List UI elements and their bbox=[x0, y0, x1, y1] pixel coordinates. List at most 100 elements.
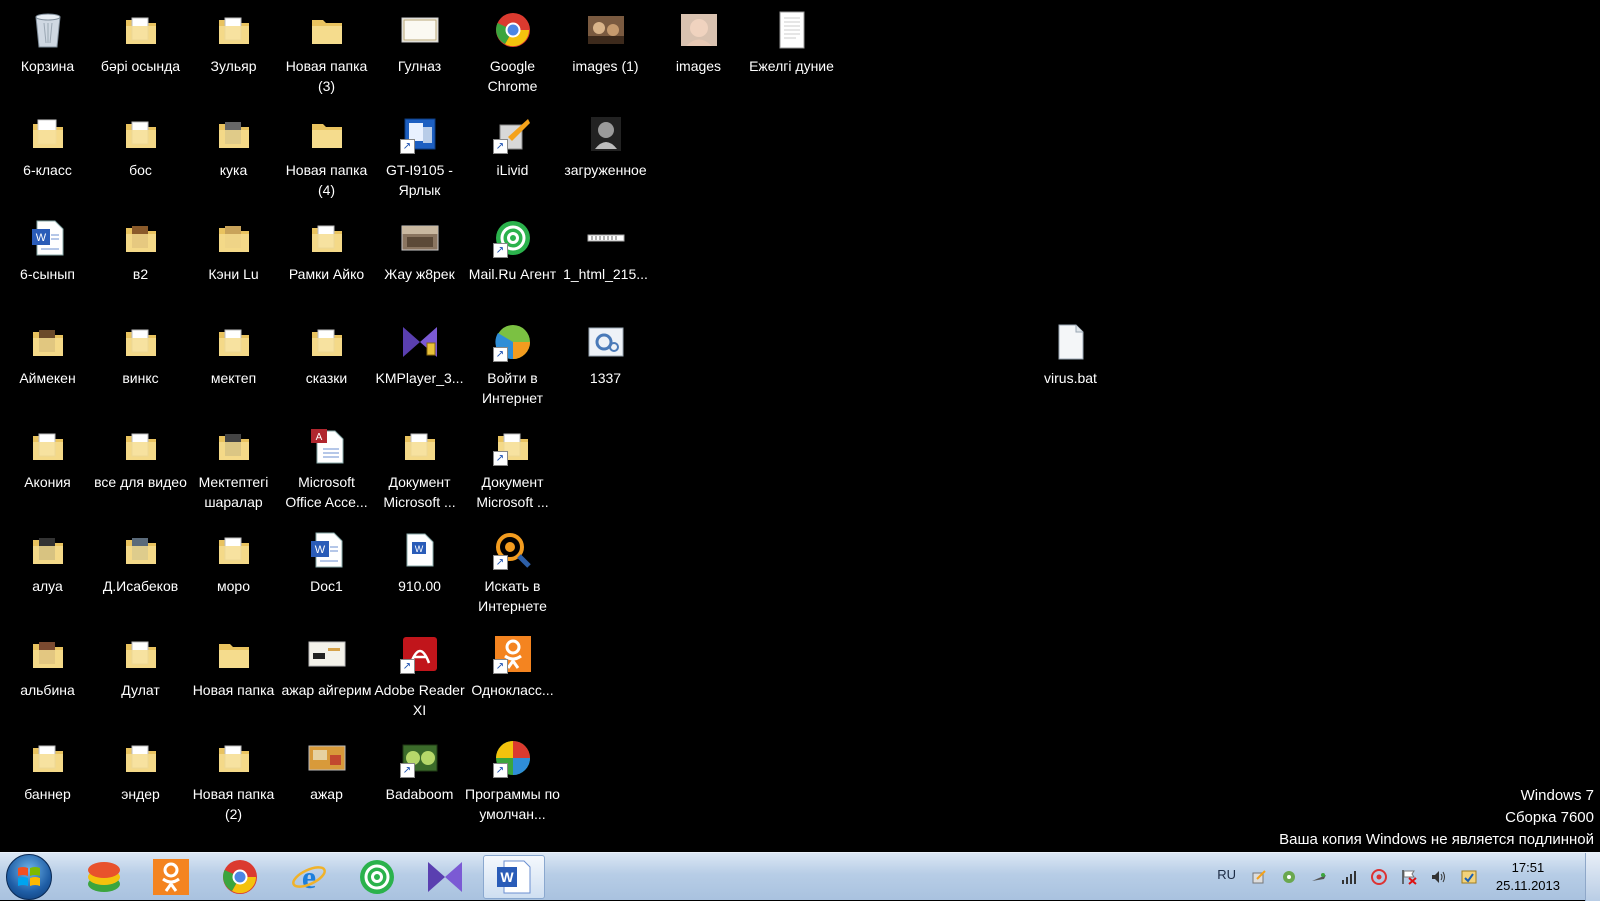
access-document-icon: A bbox=[307, 426, 347, 466]
desktop-icon[interactable]: Google Chrome bbox=[465, 4, 560, 96]
desktop-icon[interactable]: Новая папка (3) bbox=[279, 4, 374, 96]
taskbar-chrome-button[interactable] bbox=[209, 855, 271, 899]
desktop-icon[interactable]: бос bbox=[93, 108, 188, 180]
shortcut-arrow-icon: ↗ bbox=[492, 243, 508, 258]
icon-label: бәрі осында bbox=[100, 58, 181, 74]
desktop-icon[interactable]: Ежелгі дуние bbox=[744, 4, 839, 76]
icon-label: GT-I9105 - Ярлык bbox=[386, 162, 453, 198]
desktop-icon[interactable]: загруженное bbox=[558, 108, 653, 180]
desktop-icon[interactable]: Зульяр bbox=[186, 4, 281, 76]
desktop-icon[interactable]: Гулназ bbox=[372, 4, 467, 76]
desktop-icon[interactable]: W Doc1 bbox=[279, 524, 374, 596]
desktop-icon[interactable]: Акония bbox=[0, 420, 95, 492]
update-tray-icon[interactable] bbox=[1460, 868, 1478, 886]
desktop-icon[interactable]: images (1) bbox=[558, 4, 653, 76]
desktop-icon[interactable]: все для видео bbox=[93, 420, 188, 492]
desktop-icon[interactable]: A Microsoft Office Acce... bbox=[279, 420, 374, 512]
show-desktop-button[interactable] bbox=[1585, 853, 1600, 901]
desktop-icon[interactable]: алуа bbox=[0, 524, 95, 596]
desktop-icon[interactable]: Жау ж8рек bbox=[372, 212, 467, 284]
volume-icon[interactable] bbox=[1430, 868, 1448, 886]
image-thumbnail-icon bbox=[586, 10, 626, 50]
desktop-icon[interactable]: ↗ Войти в Интернет bbox=[465, 316, 560, 408]
shortcut-arrow-icon: ↗ bbox=[492, 347, 508, 362]
desktop-icon[interactable]: KMPlayer_3... bbox=[372, 316, 467, 388]
desktop-icon[interactable]: Новая папка (2) bbox=[186, 732, 281, 824]
clock[interactable]: 17:51 25.11.2013 bbox=[1496, 859, 1560, 895]
adobe-reader-icon: ↗ bbox=[399, 634, 440, 674]
desktop-icon[interactable]: W 910.00 bbox=[372, 524, 467, 596]
torrent-tray-icon[interactable] bbox=[1280, 868, 1298, 886]
desktop[interactable]: Корзина 6-класс W 6-сынып Аймекен Акония… bbox=[0, 0, 1600, 852]
desktop-icon[interactable]: Рамки Айко bbox=[279, 212, 374, 284]
desktop-icon[interactable]: бәрі осында bbox=[93, 4, 188, 76]
desktop-icon[interactable]: ↗ Mail.Ru Агент bbox=[465, 212, 560, 284]
icon-label: баннер bbox=[24, 786, 71, 802]
desktop-icon[interactable]: virus.bat bbox=[1023, 316, 1118, 388]
desktop-icon[interactable]: моро bbox=[186, 524, 281, 596]
desktop-icon[interactable]: ↗ Документ Microsoft ... bbox=[465, 420, 560, 512]
mail-tray-icon[interactable] bbox=[1370, 868, 1388, 886]
desktop-icon[interactable]: кука bbox=[186, 108, 281, 180]
desktop-icon[interactable]: W 6-сынып bbox=[0, 212, 95, 284]
image-thumbnail-icon bbox=[400, 218, 440, 258]
taskbar-internet-explorer-button[interactable]: e bbox=[278, 855, 340, 899]
desktop-icon[interactable]: Аймекен bbox=[0, 316, 95, 388]
desktop-icon[interactable]: Кэни Lu bbox=[186, 212, 281, 284]
signal-tray-icon[interactable] bbox=[1340, 868, 1358, 886]
clock-time: 17:51 bbox=[1511, 860, 1545, 875]
desktop-icon[interactable]: ↗ Badaboom bbox=[372, 732, 467, 804]
icon-label: Microsoft Office Acce... bbox=[285, 474, 368, 510]
chrome-icon bbox=[493, 10, 533, 50]
ilivid-tray-icon[interactable] bbox=[1250, 868, 1268, 886]
taskbar-mailru-agent-button[interactable] bbox=[346, 855, 408, 899]
taskbar-odnoklassniki-button[interactable] bbox=[140, 855, 202, 899]
icon-label: сказки bbox=[305, 370, 348, 386]
desktop-icon[interactable]: ↗ iLivid bbox=[465, 108, 560, 180]
start-button[interactable] bbox=[6, 854, 52, 900]
taskbar-bluestacks-button[interactable] bbox=[73, 855, 135, 899]
desktop-icon[interactable]: 6-класс bbox=[0, 108, 95, 180]
desktop-icon[interactable]: ↗ Однокласс... bbox=[465, 628, 560, 700]
taskbar[interactable]: e W RU 17:51 25.11.2013 bbox=[0, 852, 1600, 901]
folder-icon bbox=[400, 426, 440, 466]
desktop-icon[interactable]: Новая папка bbox=[186, 628, 281, 700]
desktop-icon[interactable]: эндер bbox=[93, 732, 188, 804]
watermark-build: Сборка 7600 bbox=[1505, 809, 1594, 826]
desktop-icon[interactable]: 1337 bbox=[558, 316, 653, 388]
desktop-icon[interactable]: ажар айгерим bbox=[279, 628, 374, 700]
desktop-icon[interactable]: ↗ GT-I9105 - Ярлык bbox=[372, 108, 467, 200]
network-tray-icon[interactable] bbox=[1310, 868, 1328, 886]
taskbar-word-button[interactable]: W bbox=[483, 855, 545, 899]
text-document-icon bbox=[772, 10, 812, 50]
desktop-icon[interactable]: ажар bbox=[279, 732, 374, 804]
desktop-icon[interactable]: в2 bbox=[93, 212, 188, 284]
desktop-icon[interactable]: альбина bbox=[0, 628, 95, 700]
image-thumbnail-icon bbox=[307, 634, 347, 674]
desktop-icon[interactable]: 1_html_215... bbox=[558, 212, 653, 284]
desktop-icon[interactable]: баннер bbox=[0, 732, 95, 804]
desktop-icon[interactable]: ↗ Adobe Reader XI bbox=[372, 628, 467, 720]
desktop-icon[interactable]: Мектептегі шаралар bbox=[186, 420, 281, 512]
desktop-icon[interactable]: винкс bbox=[93, 316, 188, 388]
desktop-icon[interactable]: ↗ Искать в Интернете bbox=[465, 524, 560, 616]
desktop-icon[interactable]: Документ Microsoft ... bbox=[372, 420, 467, 512]
desktop-icon[interactable]: Корзина bbox=[0, 4, 95, 76]
icon-label: KMPlayer_3... bbox=[375, 370, 464, 386]
shortcut-arrow-icon: ↗ bbox=[492, 555, 508, 570]
desktop-icon[interactable]: мектеп bbox=[186, 316, 281, 388]
desktop-icon[interactable]: Новая папка (4) bbox=[279, 108, 374, 200]
desktop-icon[interactable]: ↗ Программы по умолчан... bbox=[465, 732, 560, 824]
svg-text:W: W bbox=[314, 544, 325, 556]
desktop-icon[interactable]: сказки bbox=[279, 316, 374, 388]
desktop-icon[interactable]: images bbox=[651, 4, 746, 76]
action-center-flag-icon[interactable] bbox=[1400, 868, 1418, 886]
icon-label: мектеп bbox=[210, 370, 257, 386]
folder-icon bbox=[28, 634, 68, 674]
icon-label: Новая папка (3) bbox=[285, 58, 368, 94]
taskbar-kmplayer-button[interactable] bbox=[414, 855, 476, 899]
folder-icon bbox=[121, 738, 161, 778]
word-document-icon: W bbox=[400, 530, 440, 570]
desktop-icon[interactable]: Д.Исабеков bbox=[93, 524, 188, 596]
desktop-icon[interactable]: Дулат bbox=[93, 628, 188, 700]
